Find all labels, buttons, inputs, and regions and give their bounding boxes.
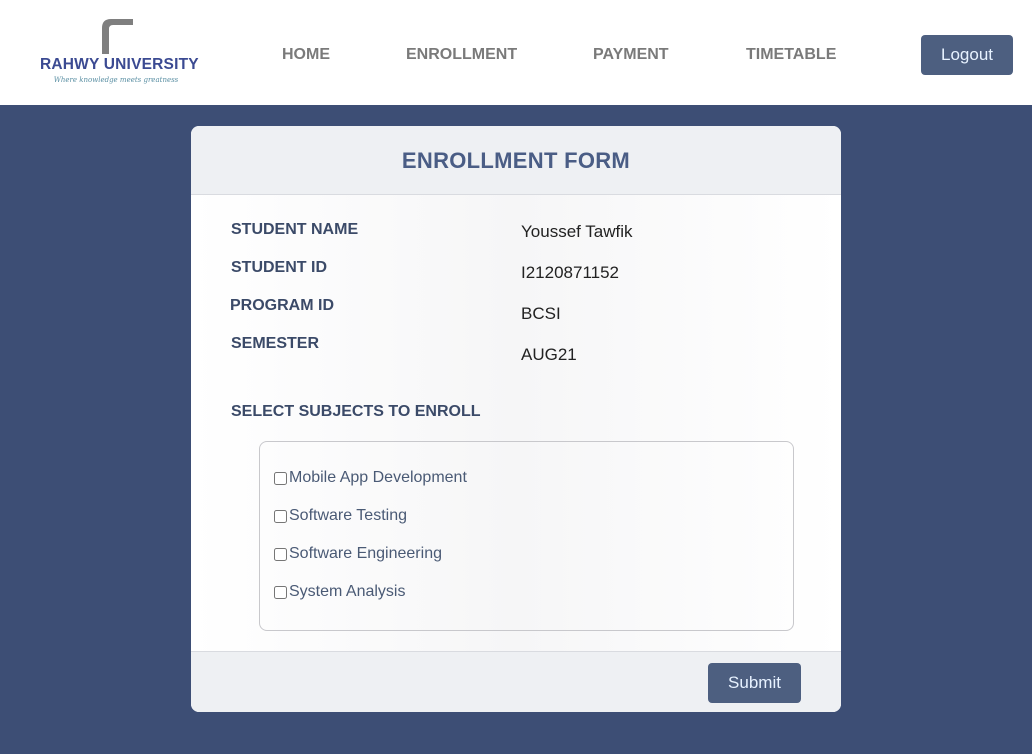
nav-link-payment[interactable]: PAYMENT	[593, 46, 669, 64]
card-body: STUDENT NAME Youssef Tawfik STUDENT ID I…	[191, 195, 841, 651]
semester-label: SEMESTER	[231, 335, 320, 352]
submit-button[interactable]: Submit	[708, 663, 801, 703]
subject-item-software-engineering[interactable]: Software Engineering	[274, 544, 442, 564]
student-name-label: STUDENT NAME	[231, 221, 359, 238]
subject-item-system-analysis[interactable]: System Analysis	[274, 582, 405, 602]
pipe-elbow-icon	[102, 19, 133, 54]
subject-checkbox-mobile-app-development[interactable]	[274, 471, 287, 485]
subjects-list: Mobile App Development Software Testing …	[259, 441, 794, 631]
program-id-value: BCSI	[521, 304, 561, 323]
subject-label: System Analysis	[289, 583, 406, 600]
nav-link-enrollment[interactable]: ENROLLMENT	[406, 46, 517, 64]
subject-item-software-testing[interactable]: Software Testing	[274, 506, 407, 526]
card-footer: Submit	[191, 651, 841, 712]
subject-checkbox-system-analysis[interactable]	[274, 585, 287, 599]
subject-label: Mobile App Development	[289, 469, 467, 486]
semester-value: AUG21	[521, 345, 577, 364]
nav-link-timetable[interactable]: TIMETABLE	[746, 46, 836, 64]
subject-item-mobile-app-development[interactable]: Mobile App Development	[274, 468, 467, 488]
program-id-label: PROGRAM ID	[230, 297, 334, 314]
subject-label: Software Engineering	[289, 545, 442, 562]
university-logo[interactable]: RAHWY UNIVERSITY Where knowledge meets g…	[40, 14, 199, 90]
student-name-value: Youssef Tawfik	[521, 222, 633, 241]
enrollment-form-card: ENROLLMENT FORM STUDENT NAME Youssef Taw…	[191, 126, 841, 712]
logout-button[interactable]: Logout	[921, 35, 1013, 75]
brand-tagline: Where knowledge meets greatness	[53, 76, 179, 84]
student-id-value: I2120871152	[521, 263, 620, 282]
nav-link-home[interactable]: HOME	[282, 46, 330, 64]
top-navbar: RAHWY UNIVERSITY Where knowledge meets g…	[0, 0, 1032, 105]
subject-checkbox-software-engineering[interactable]	[274, 547, 287, 561]
card-header: ENROLLMENT FORM	[191, 126, 841, 195]
brand-name: RAHWY UNIVERSITY	[40, 56, 199, 73]
subject-label: Software Testing	[289, 507, 407, 524]
subject-checkbox-software-testing[interactable]	[274, 509, 287, 523]
form-title: ENROLLMENT FORM	[401, 148, 631, 173]
student-id-label: STUDENT ID	[231, 259, 327, 276]
subjects-heading: SELECT SUBJECTS TO ENROLL	[231, 403, 481, 420]
